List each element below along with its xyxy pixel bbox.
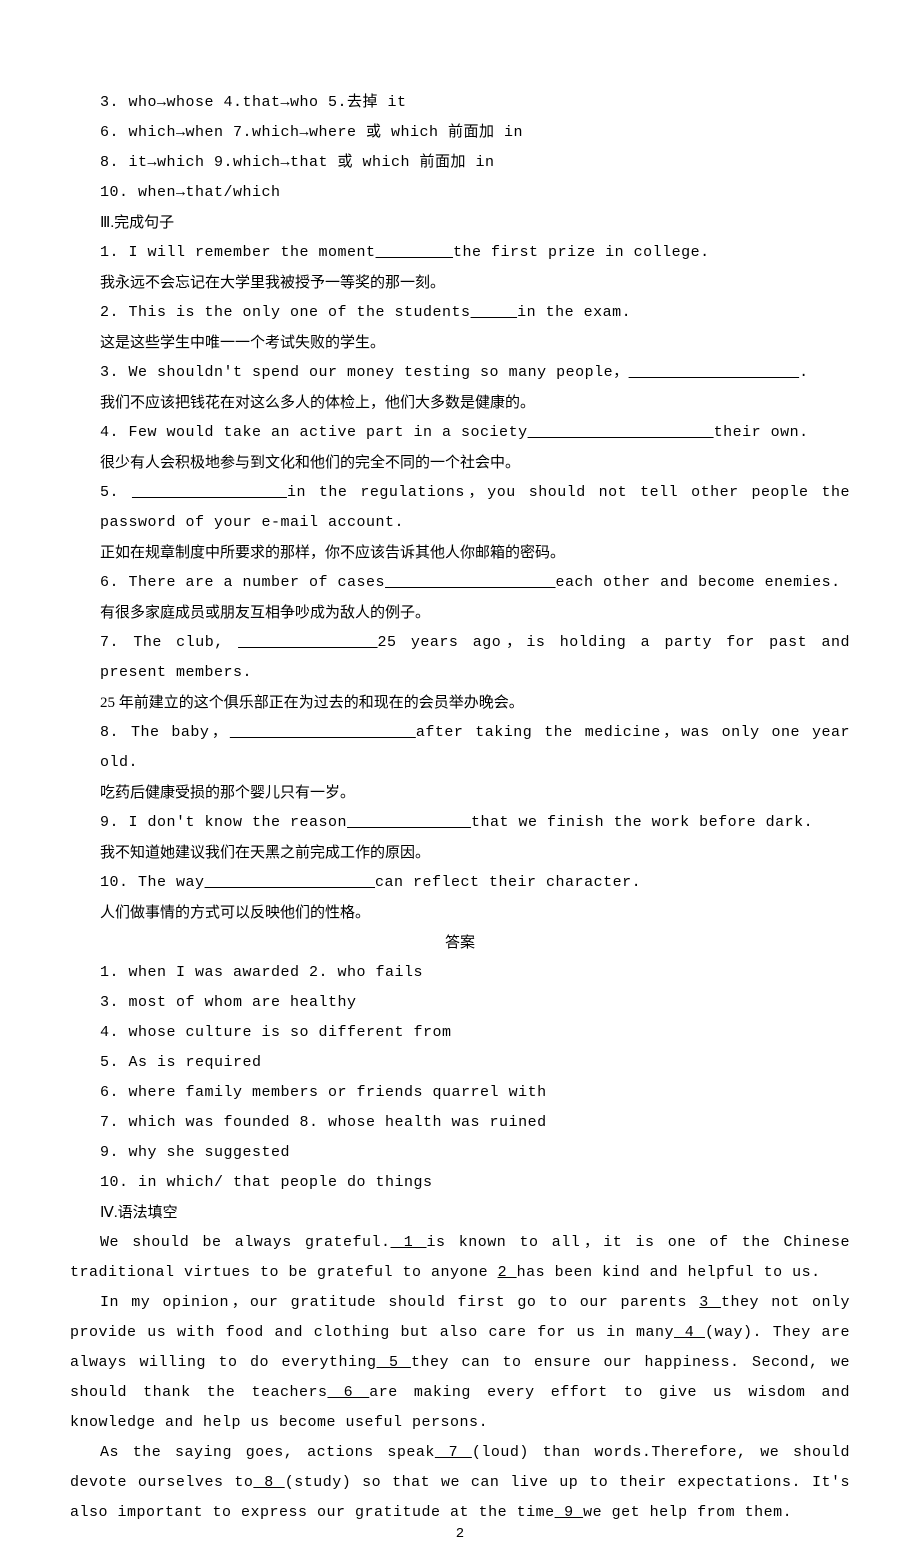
blank [238, 634, 378, 651]
answer-line: 4. whose culture is so different from [70, 1018, 850, 1048]
correction-line: 8. it→which 9.which→that 或 which 前面加 in [70, 148, 850, 178]
question-translation: 我们不应该把钱花在对这么多人的体检上，他们大多数是健康的。 [70, 388, 850, 418]
blank [347, 814, 471, 831]
question-line: 9. I don't know the reason that we finis… [70, 808, 850, 838]
section-4-title: Ⅳ.语法填空 [70, 1198, 850, 1228]
question-text-post: each other and become enemies. [556, 574, 841, 591]
answer-line: 1. when I was awarded 2. who fails [70, 958, 850, 988]
question-text-post: can reflect their character. [375, 874, 641, 891]
question-text-pre: 4. Few would take an active part in a so… [100, 424, 528, 441]
blank [528, 424, 714, 441]
question-line: 4. Few would take an active part in a so… [70, 418, 850, 448]
blank-2: 2 [498, 1264, 517, 1281]
question-text-pre: 2. This is the only one of the students [100, 304, 471, 321]
answer-line: 9. why she suggested [70, 1138, 850, 1168]
question-text-pre: 8. The baby， [100, 724, 230, 741]
question-line: 8. The baby， after taking the medicine，w… [70, 718, 850, 778]
question-line: 5. in the regulations，you should not tel… [70, 478, 850, 538]
blank-9: 9 [555, 1504, 584, 1521]
correction-line: 3. who→whose 4.that→who 5.去掉 it [70, 88, 850, 118]
question-line: 6. There are a number of cases each othe… [70, 568, 850, 598]
question-translation: 我不知道她建议我们在天黑之前完成工作的原因。 [70, 838, 850, 868]
blank [471, 304, 518, 321]
question-text-post: the first prize in college. [453, 244, 710, 261]
blank [132, 484, 287, 501]
question-text-pre: 7. The club, [100, 634, 238, 651]
question-line: 3. We shouldn't spend our money testing … [70, 358, 850, 388]
question-translation: 25 年前建立的这个俱乐部正在为过去的和现在的会员举办晚会。 [70, 688, 850, 718]
question-translation: 这是这些学生中唯一一个考试失败的学生。 [70, 328, 850, 358]
question-text-pre: 3. We shouldn't spend our money testing … [100, 364, 629, 381]
correction-line: 10. when→that/which [70, 178, 850, 208]
passage-paragraph: We should be always grateful. 1 is known… [70, 1228, 850, 1288]
answer-line: 3. most of whom are healthy [70, 988, 850, 1018]
question-text-post: . [799, 364, 809, 381]
question-translation: 人们做事情的方式可以反映他们的性格。 [70, 898, 850, 928]
answer-line: 6. where family members or friends quarr… [70, 1078, 850, 1108]
question-text-pre: 6. There are a number of cases [100, 574, 385, 591]
passage-text: we get help from them. [583, 1504, 792, 1521]
blank [205, 874, 376, 891]
question-line: 2. This is the only one of the students … [70, 298, 850, 328]
question-translation: 吃药后健康受损的那个婴儿只有一岁。 [70, 778, 850, 808]
section-3-title: Ⅲ.完成句子 [70, 208, 850, 238]
answers-title: 答案 [70, 928, 850, 958]
blank [629, 364, 800, 381]
blank-6: 6 [327, 1384, 369, 1401]
blank [376, 244, 454, 261]
blank-5: 5 [377, 1354, 411, 1371]
blank-8: 8 [253, 1474, 284, 1491]
blank-4: 4 [674, 1324, 705, 1341]
question-line: 7. The club, 25 years ago，is holding a p… [70, 628, 850, 688]
blank [385, 574, 556, 591]
page-number: 2 [0, 1520, 920, 1548]
question-translation: 正如在规章制度中所要求的那样，你不应该告诉其他人你邮箱的密码。 [70, 538, 850, 568]
passage-text: In my opinion，our gratitude should first… [100, 1294, 699, 1311]
question-text-pre: 9. I don't know the reason [100, 814, 347, 831]
blank [230, 724, 416, 741]
question-text-post: their own. [714, 424, 809, 441]
blank-7: 7 [435, 1444, 472, 1461]
answer-line: 5. As is required [70, 1048, 850, 1078]
passage-paragraph: In my opinion，our gratitude should first… [70, 1288, 850, 1438]
passage-text: has been kind and helpful to us. [517, 1264, 821, 1281]
answer-line: 10. in which/ that people do things [70, 1168, 850, 1198]
question-line: 1. I will remember the moment the first … [70, 238, 850, 268]
question-text-post: in the exam. [517, 304, 631, 321]
blank-1: 1 [391, 1234, 427, 1251]
question-translation: 很少有人会积极地参与到文化和他们的完全不同的一个社会中。 [70, 448, 850, 478]
question-line: 10. The way can reflect their character. [70, 868, 850, 898]
question-text-pre: 5. [100, 484, 132, 501]
question-text-pre: 1. I will remember the moment [100, 244, 376, 261]
correction-line: 6. which→when 7.which→where 或 which 前面加 … [70, 118, 850, 148]
passage-text: As the saying goes, actions speak [100, 1444, 435, 1461]
answer-line: 7. which was founded 8. whose health was… [70, 1108, 850, 1138]
question-text-pre: 10. The way [100, 874, 205, 891]
passage-text: We should be always grateful. [100, 1234, 391, 1251]
blank-3: 3 [699, 1294, 721, 1311]
passage-paragraph: As the saying goes, actions speak 7 (lou… [70, 1438, 850, 1528]
question-translation: 我永远不会忘记在大学里我被授予一等奖的那一刻。 [70, 268, 850, 298]
question-translation: 有很多家庭成员或朋友互相争吵成为敌人的例子。 [70, 598, 850, 628]
question-text-post: that we finish the work before dark. [471, 814, 813, 831]
